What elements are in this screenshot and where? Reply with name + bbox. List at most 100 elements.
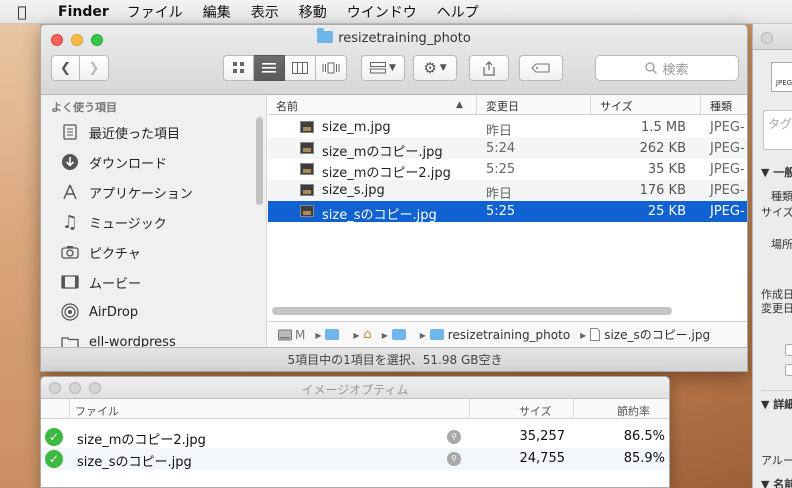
table-row[interactable]: ✓ size_mのコピー2.jpg ⚲ 35,257 86.5% <box>41 426 669 448</box>
coverflow-view-button[interactable] <box>316 55 347 81</box>
nav-buttons: ❮ ❯ <box>51 55 109 81</box>
icon-grid-icon <box>232 62 244 73</box>
column-header-name[interactable]: 名前 <box>276 98 298 114</box>
file-list: 名前 ▲ 変更日 サイズ 種類 size_m.jpg 昨日 1.5 MB JPE… <box>268 95 747 349</box>
optim-file-name: size_sのコピー.jpg <box>77 455 192 470</box>
optim-savings: 86.5% <box>623 429 665 444</box>
file-date: 5:24 <box>486 141 516 156</box>
menu-bar:  Finder ファイル 編集 表示 移動 ウインドウ ヘルプ <box>0 0 792 24</box>
column-header-savings[interactable]: 節約率 <box>617 403 650 419</box>
imageoptim-window: イメージオプティム ファイル サイズ 節約率 ✓ size_mのコピー2.jpg… <box>40 376 670 488</box>
file-kind: JPEG- <box>710 162 745 177</box>
menu-edit[interactable]: 編集 <box>203 2 231 22</box>
path-segment-file[interactable]: size_sのコピー.jpg <box>590 326 710 343</box>
file-size: 25 KB <box>647 204 686 219</box>
optim-file-name: size_mのコピー2.jpg <box>77 433 206 448</box>
section-details[interactable]: ▼ 詳細 <box>761 396 792 412</box>
arrange-button[interactable]: ▼ <box>361 55 405 81</box>
camera-icon <box>59 242 81 262</box>
coverflow-icon <box>322 62 340 74</box>
table-row[interactable]: ✓ size_sのコピー.jpg ⚲ 24,755 85.9% <box>41 448 669 470</box>
forward-button[interactable]: ❯ <box>80 55 109 81</box>
inspector-checkbox[interactable] <box>785 364 792 376</box>
sidebar-item-label: ムービー <box>89 276 142 292</box>
view-mode-buttons <box>223 55 347 81</box>
sidebar-item-label: ピクチャ <box>89 246 141 262</box>
menu-go[interactable]: 移動 <box>299 2 327 22</box>
column-header-file[interactable]: ファイル <box>75 403 119 419</box>
menu-help[interactable]: ヘルプ <box>437 2 479 22</box>
columns-icon <box>292 62 308 74</box>
status-bar: 5項目中の1項目を選択、51.98 GB空き <box>41 347 747 371</box>
window-title-text: resizetraining_photo <box>338 31 471 46</box>
share-button[interactable] <box>469 55 509 81</box>
sidebar-item-applications[interactable]: アプリケーション <box>59 179 193 205</box>
window-title: resizetraining_photo <box>41 28 747 46</box>
sidebar-item-ell-wordpress[interactable]: ell-wordpress <box>59 329 176 349</box>
table-row[interactable]: size_m.jpg 昨日 1.5 MB JPEG- <box>268 117 747 139</box>
tag-button[interactable] <box>519 55 563 81</box>
section-general[interactable]: ▼ 一般 <box>761 164 792 180</box>
section-name[interactable]: ▼ 名前 <box>761 476 792 488</box>
sidebar-item-label: アプリケーション <box>89 186 193 202</box>
sidebar-item-pictures[interactable]: ピクチャ <box>59 239 141 265</box>
file-kind: JPEG- <box>710 183 745 198</box>
finder-titlebar: resizetraining_photo ❮ ❯ ▼ ⚙ ▼ 検索 <box>41 25 747 95</box>
sidebar-item-music[interactable]: ♫ ミュージック <box>59 209 167 235</box>
file-name: size_mのコピー2.jpg <box>322 166 451 181</box>
jpeg-badge: JPEG <box>775 79 792 87</box>
action-button[interactable]: ⚙ ▼ <box>413 55 457 81</box>
path-segment-home[interactable]: ⌂ <box>363 327 371 342</box>
sidebar-item-movies[interactable]: ムービー <box>59 269 141 295</box>
tags-input[interactable]: タグ <box>763 110 792 150</box>
recent-icon <box>59 122 81 142</box>
sidebar-item-airdrop[interactable]: AirDrop <box>59 299 138 325</box>
file-name: size_s.jpg <box>322 183 385 198</box>
jpeg-file-icon <box>300 184 314 196</box>
column-header-size[interactable]: サイズ <box>600 98 633 114</box>
path-segment-documents[interactable] <box>391 329 410 340</box>
back-button[interactable]: ❮ <box>51 55 80 81</box>
horizontal-scrollbar[interactable] <box>272 307 672 315</box>
users-folder-icon <box>325 329 340 340</box>
inspector-close-button[interactable] <box>761 32 773 44</box>
search-placeholder: 検索 <box>662 62 689 78</box>
sidebar-item-recents[interactable]: 最近使った項目 <box>59 119 180 145</box>
jpeg-file-icon <box>300 142 314 154</box>
path-segment-users[interactable] <box>325 329 343 340</box>
column-header-date[interactable]: 変更日 <box>486 98 519 114</box>
optim-file-size: 24,755 <box>519 451 566 466</box>
menu-window[interactable]: ウインドウ <box>347 2 417 22</box>
inspector-checkbox[interactable] <box>785 344 792 356</box>
table-row[interactable]: size_s.jpg 昨日 176 KB JPEG- <box>268 180 747 202</box>
path-arrow-icon: ▸ <box>353 327 360 342</box>
column-header-size[interactable]: サイズ <box>519 403 552 419</box>
list-view-button[interactable] <box>254 55 285 81</box>
menu-view[interactable]: 表示 <box>251 2 279 22</box>
path-segment-folder[interactable]: resizetraining_photo <box>429 327 571 342</box>
path-segment-disk[interactable]: M <box>278 328 305 342</box>
magnifier-icon[interactable]: ⚲ <box>447 430 461 444</box>
sidebar-item-downloads[interactable]: ダウンロード <box>59 149 167 175</box>
sidebar-item-label: AirDrop <box>89 304 139 320</box>
sidebar-scrollbar[interactable] <box>256 117 263 205</box>
gear-icon: ⚙ <box>423 59 437 77</box>
menu-app-finder[interactable]: Finder <box>58 4 109 20</box>
column-view-button[interactable] <box>285 55 316 81</box>
search-field[interactable]: 検索 <box>595 55 739 81</box>
path-segment-label: resizetraining_photo <box>447 327 571 342</box>
table-row[interactable]: size_mのコピー2.jpg 5:25 35 KB JPEG- <box>268 159 747 181</box>
icon-view-button[interactable] <box>223 55 254 81</box>
airdrop-icon <box>59 302 81 322</box>
apple-menu-icon[interactable]:  <box>0 3 44 21</box>
menu-file[interactable]: ファイル <box>127 2 183 22</box>
chevron-left-icon: ❮ <box>60 60 71 76</box>
file-date: 昨日 <box>486 187 513 202</box>
chevron-right-icon: ❯ <box>88 60 100 76</box>
column-header-kind[interactable]: 種類 <box>710 98 732 114</box>
file-size: 35 KB <box>647 162 686 177</box>
share-icon <box>483 60 495 76</box>
magnifier-icon[interactable]: ⚲ <box>447 452 461 466</box>
table-row-selected[interactable]: size_sのコピー.jpg 5:25 25 KB JPEG- <box>268 201 747 223</box>
table-row[interactable]: size_mのコピー.jpg 5:24 262 KB JPEG- <box>268 138 747 160</box>
